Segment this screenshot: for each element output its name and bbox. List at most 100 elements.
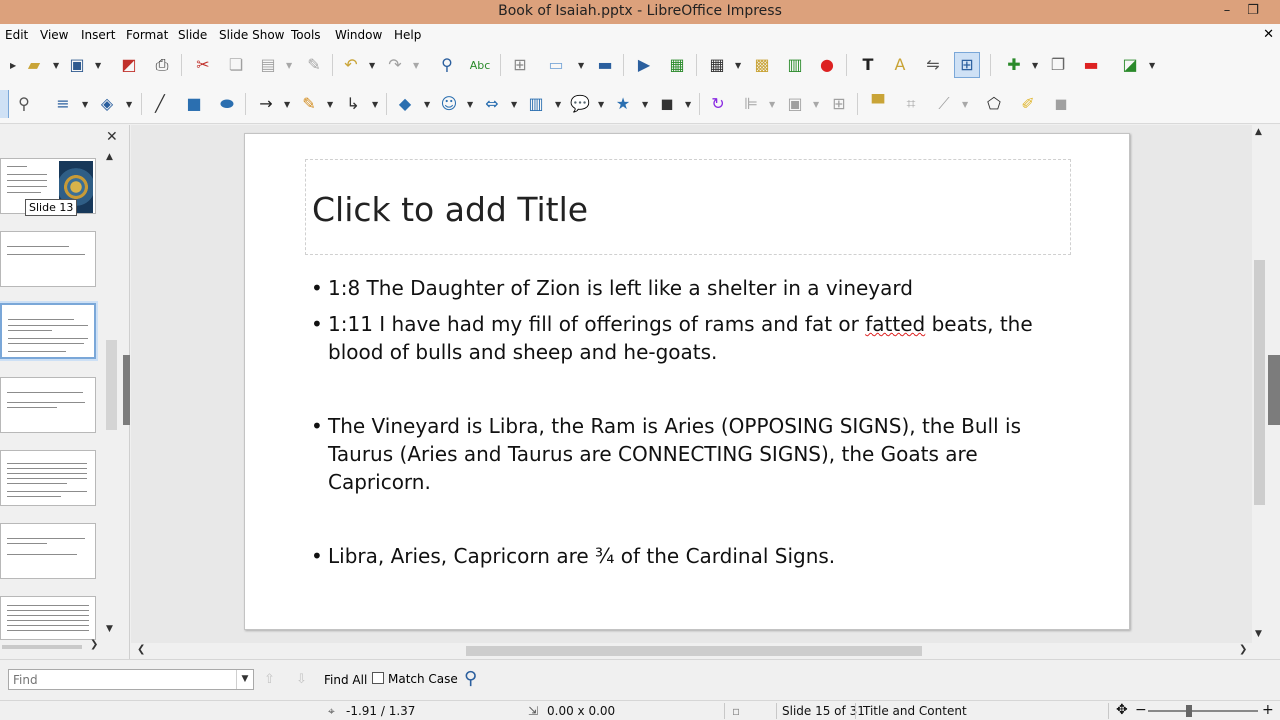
zoom-icon[interactable]: ⚲ <box>13 93 35 115</box>
fit-slide-icon[interactable]: ✥ <box>1116 702 1128 718</box>
new-slide-dropdown-icon[interactable]: ▼ <box>1032 61 1038 70</box>
cut-icon[interactable]: ✂ <box>192 54 214 76</box>
find-input[interactable] <box>8 669 254 690</box>
find-all-button[interactable]: Find All <box>324 673 367 687</box>
flowchart-dropdown-icon[interactable]: ▼ <box>555 100 561 109</box>
3d-objects-dropdown-icon[interactable]: ▼ <box>685 100 691 109</box>
slide-thumbnail-18[interactable] <box>0 523 96 579</box>
menu-window[interactable]: Window <box>335 28 382 42</box>
redo-icon[interactable]: ↷ <box>384 54 406 76</box>
filter-icon[interactable]: ⟋ <box>933 93 955 115</box>
scroll-left-icon[interactable]: ❮ <box>137 644 145 655</box>
toggle-extrusion-icon[interactable]: ◼ <box>1050 93 1072 115</box>
slide-panel-hscrollbar[interactable]: ❯ <box>0 639 104 653</box>
table-icon[interactable]: ▦ <box>706 54 728 76</box>
save-dropdown-icon[interactable]: ▼ <box>95 61 101 70</box>
record-icon[interactable]: ● <box>816 54 838 76</box>
hscroll-thumb[interactable] <box>2 645 82 649</box>
slide-layout2-dropdown-icon[interactable]: ▼ <box>1149 61 1155 70</box>
fontwork-icon[interactable]: A <box>889 54 911 76</box>
scroll-up-icon[interactable]: ▲ <box>1255 127 1262 137</box>
slide-thumbnail-14[interactable] <box>0 231 96 287</box>
misspelled-word[interactable]: fatted <box>865 312 925 336</box>
scroll-right-icon[interactable]: ❯ <box>90 639 98 650</box>
workspace-vscrollbar[interactable]: ▲ ▼ <box>1252 125 1268 643</box>
scroll-thumb[interactable] <box>1254 260 1265 505</box>
fill-color-dropdown-icon[interactable]: ▼ <box>126 100 132 109</box>
flowchart-icon[interactable]: ▥ <box>525 93 547 115</box>
start-slideshow-icon[interactable]: ▶ <box>633 54 655 76</box>
line-color-icon[interactable]: ≡ <box>52 93 74 115</box>
scroll-right-icon[interactable]: ❯ <box>1239 644 1247 655</box>
copy-icon[interactable]: ❏ <box>225 54 247 76</box>
find-next-icon[interactable]: ⇩ <box>296 672 307 687</box>
paste-dropdown-icon[interactable]: ▼ <box>286 61 292 70</box>
find-replace-icon[interactable]: ⚲ <box>436 54 458 76</box>
select-tool[interactable] <box>0 90 9 118</box>
zoom-slider-handle[interactable] <box>1186 705 1192 717</box>
find-history-dropdown-icon[interactable]: ▼ <box>236 670 253 689</box>
slide-thumbnail-17[interactable] <box>0 450 96 506</box>
rectangle-icon[interactable]: ■ <box>183 93 205 115</box>
menu-slide-show[interactable]: Slide Show <box>219 28 284 42</box>
basic-shapes-icon[interactable]: ◆ <box>394 93 416 115</box>
open-dropdown-icon[interactable]: ▼ <box>53 61 59 70</box>
transformations-icon[interactable]: ⇋ <box>922 54 944 76</box>
slide-thumbnail-19[interactable] <box>0 596 96 640</box>
zoom-in-button[interactable]: + <box>1262 702 1274 718</box>
open-icon[interactable]: ▰ <box>23 54 45 76</box>
connector-dropdown-icon[interactable]: ▼ <box>372 100 378 109</box>
menu-tools[interactable]: Tools <box>291 28 321 42</box>
close-document-icon[interactable]: ✕ <box>1263 27 1274 42</box>
sidebar-splitter[interactable] <box>1268 355 1280 425</box>
duplicate-slide-icon[interactable]: ❐ <box>1047 54 1069 76</box>
fill-color-icon[interactable]: ◈ <box>96 93 118 115</box>
paste-icon[interactable]: ▤ <box>257 54 279 76</box>
redo-dropdown-icon[interactable]: ▼ <box>413 61 419 70</box>
glue-points-icon[interactable]: ✐ <box>1017 93 1039 115</box>
text-box-icon[interactable]: T <box>857 54 879 76</box>
menu-help[interactable]: Help <box>394 28 421 42</box>
slide-thumbnail-16[interactable] <box>0 377 96 433</box>
table-dropdown-icon[interactable]: ▼ <box>735 61 741 70</box>
zoom-out-button[interactable]: − <box>1135 702 1147 718</box>
stars-icon[interactable]: ★ <box>612 93 634 115</box>
find-previous-icon[interactable]: ⇧ <box>264 672 275 687</box>
close-panel-icon[interactable]: ✕ <box>106 129 118 145</box>
symbol-shapes-dropdown-icon[interactable]: ▼ <box>467 100 473 109</box>
undo-icon[interactable]: ↶ <box>340 54 362 76</box>
image-icon[interactable]: ▩ <box>751 54 773 76</box>
slide-layout-icon[interactable]: ▦ <box>666 54 688 76</box>
curve-dropdown-icon[interactable]: ▼ <box>327 100 333 109</box>
menu-view[interactable]: View <box>40 28 68 42</box>
arrange-dropdown-icon[interactable]: ▼ <box>813 100 819 109</box>
new-slide-icon[interactable]: ✚ <box>1003 54 1025 76</box>
export-pdf-icon[interactable]: ◩ <box>118 54 140 76</box>
title-placeholder[interactable]: Click to add Title <box>305 159 1071 255</box>
grid-icon[interactable]: ⊞ <box>509 54 531 76</box>
slide-layout2-icon[interactable]: ◪ <box>1119 54 1141 76</box>
block-arrows-icon[interactable]: ⇔ <box>481 93 503 115</box>
display-views-dropdown-icon[interactable]: ▼ <box>578 61 584 70</box>
basic-shapes-dropdown-icon[interactable]: ▼ <box>424 100 430 109</box>
curve-icon[interactable]: ✎ <box>298 93 320 115</box>
callouts-icon[interactable]: 💬 <box>569 93 591 115</box>
rotate-icon[interactable]: ↻ <box>707 93 729 115</box>
line-icon[interactable]: ╱ <box>149 93 171 115</box>
scroll-down-icon[interactable]: ▼ <box>1255 629 1262 639</box>
crop-icon[interactable]: ⌗ <box>900 93 922 115</box>
zoom-slider[interactable] <box>1148 710 1258 712</box>
shadow-icon[interactable]: ▀ <box>867 93 889 115</box>
align-icon[interactable]: ⊫ <box>740 93 762 115</box>
minimize-button[interactable]: – <box>1216 2 1238 20</box>
stars-dropdown-icon[interactable]: ▼ <box>642 100 648 109</box>
scroll-thumb[interactable] <box>106 340 117 430</box>
ellipse-icon[interactable]: ⬬ <box>216 93 238 115</box>
slide-panel-scrollbar[interactable]: ▲ ▼ <box>104 150 118 635</box>
hscroll-thumb[interactable] <box>466 646 922 656</box>
match-case-label[interactable]: Match Case <box>388 672 458 686</box>
arrow-line-icon[interactable]: → <box>255 93 277 115</box>
menu-insert[interactable]: Insert <box>81 28 115 42</box>
block-arrows-dropdown-icon[interactable]: ▼ <box>511 100 517 109</box>
print-icon[interactable]: ⎙ <box>151 54 173 76</box>
